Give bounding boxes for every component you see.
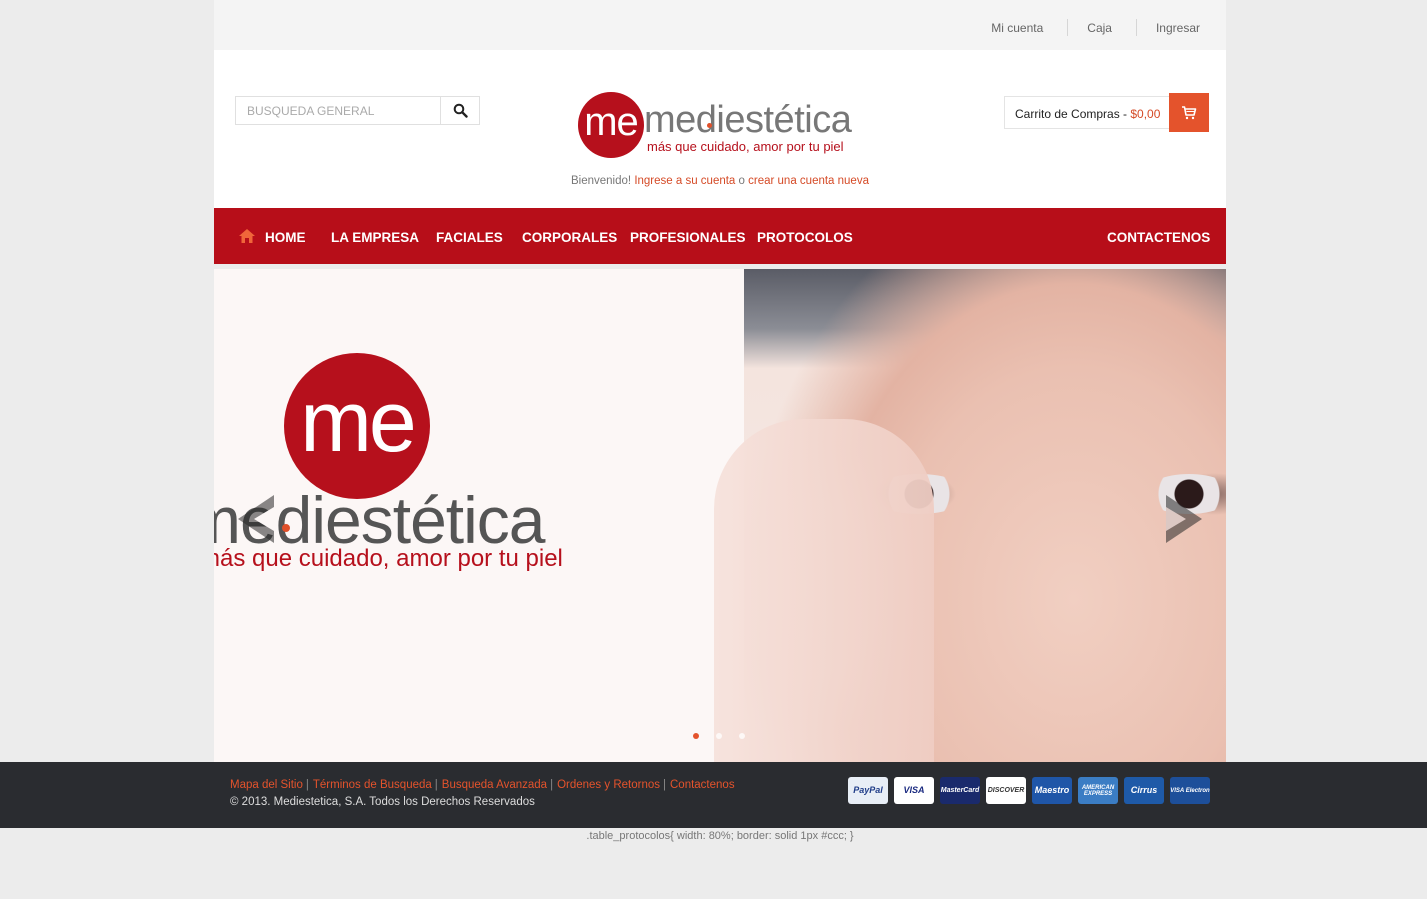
hero-image-face bbox=[714, 269, 1226, 766]
logo-dot bbox=[707, 123, 712, 128]
nav-contactenos[interactable]: CONTACTENOS bbox=[1107, 230, 1210, 245]
slider-next-arrow-icon[interactable] bbox=[1164, 493, 1204, 545]
footer-link-separator: | bbox=[434, 779, 438, 791]
discover-card-icon: DISCOVER bbox=[986, 777, 1026, 804]
nav-profesionales[interactable]: PROFESIONALES bbox=[630, 230, 746, 245]
search-button[interactable] bbox=[440, 97, 479, 124]
slider-prev-arrow-icon[interactable] bbox=[236, 493, 276, 545]
hero-logo: me mediestética más que cuidado, amor po… bbox=[214, 353, 564, 583]
footer-link[interactable]: Ordenes y Retornos bbox=[557, 779, 660, 791]
footer-link[interactable]: Contactenos bbox=[670, 779, 735, 791]
logo-wordmark: mediestética bbox=[644, 99, 852, 141]
amex-card-icon: AMERICAN EXPRESS bbox=[1078, 777, 1118, 804]
mastercard-card-icon: MasterCard bbox=[940, 777, 980, 804]
hero-hand bbox=[714, 419, 934, 766]
footer-link-separator: | bbox=[305, 779, 309, 791]
slide-dot-2[interactable] bbox=[716, 733, 722, 739]
home-icon[interactable] bbox=[238, 228, 256, 244]
site-logo[interactable]: me mediestética más que cuidado, amor po… bbox=[576, 90, 861, 162]
my-account-link[interactable]: Mi cuenta bbox=[991, 21, 1043, 35]
visa-card-icon: VISA bbox=[894, 777, 934, 804]
cart-summary[interactable]: Carrito de Compras - $0,00 bbox=[1004, 96, 1174, 129]
slide-dot-3[interactable] bbox=[739, 733, 745, 739]
hero-logo-mark: me bbox=[284, 353, 430, 499]
hero-slider: me mediestética más que cuidado, amor po… bbox=[214, 269, 1226, 766]
footer-link[interactable]: Términos de Busqueda bbox=[313, 779, 432, 791]
create-account-link[interactable]: crear una cuenta nueva bbox=[748, 175, 869, 187]
nav-corporales[interactable]: CORPORALES bbox=[522, 230, 617, 245]
divider bbox=[1067, 19, 1069, 36]
payment-methods: PayPal VISA MasterCard DISCOVER Maestro … bbox=[848, 777, 1210, 804]
main-nav: HOME LA EMPRESA FACIALES CORPORALES PROF… bbox=[214, 208, 1226, 264]
site-header: me mediestética más que cuidado, amor po… bbox=[214, 50, 1226, 208]
footer-links: Mapa del Sitio | Términos de Busqueda | Busq… bbox=[230, 779, 735, 791]
footer-link[interactable]: Mapa del Sitio bbox=[230, 779, 303, 791]
nav-la-empresa[interactable]: LA EMPRESA bbox=[331, 230, 419, 245]
account-links: Mi cuenta Caja Ingresar bbox=[991, 19, 1200, 36]
nav-faciales[interactable]: FACIALES bbox=[436, 230, 503, 245]
search-icon bbox=[453, 103, 468, 118]
hero-logo-dot bbox=[282, 524, 290, 532]
cart-amount: $0,00 bbox=[1130, 107, 1161, 121]
site-footer: Mapa del Sitio | Términos de Busqueda | Busq… bbox=[0, 762, 1427, 828]
slide-dot-1[interactable] bbox=[693, 733, 699, 739]
top-bar: Mi cuenta Caja Ingresar bbox=[214, 0, 1226, 50]
divider bbox=[1135, 19, 1137, 36]
checkout-link[interactable]: Caja bbox=[1087, 21, 1112, 35]
nav-protocolos[interactable]: PROTOCOLOS bbox=[757, 230, 853, 245]
cart-label: Carrito de Compras - bbox=[1015, 107, 1128, 121]
nav-home[interactable]: HOME bbox=[265, 230, 306, 245]
logo-mark: me bbox=[578, 92, 644, 158]
paypal-card-icon: PayPal bbox=[848, 777, 888, 804]
logo-tagline: más que cuidado, amor por tu piel bbox=[647, 139, 844, 154]
welcome-message: Bienvenido! Ingrese a su cuenta o crear … bbox=[214, 175, 1226, 187]
search-box bbox=[235, 96, 480, 125]
hero-logo-tagline: más que cuidado, amor por tu piel bbox=[214, 545, 563, 572]
copyright-text: © 2013. Mediestetica, S.A. Todos los Der… bbox=[230, 796, 535, 808]
footer-link[interactable]: Busqueda Avanzada bbox=[442, 779, 547, 791]
maestro-card-icon: Maestro bbox=[1032, 777, 1072, 804]
search-input[interactable] bbox=[236, 97, 439, 124]
cirrus-card-icon: Cirrus bbox=[1124, 777, 1164, 804]
cart-text: Carrito de Compras - $0,00 bbox=[1015, 107, 1160, 121]
visa-electron-card-icon: VISA Electron bbox=[1170, 777, 1210, 804]
welcome-text: Bienvenido! bbox=[571, 175, 632, 187]
shopping-cart-icon bbox=[1182, 105, 1197, 119]
stray-css-text: .table_protocolos{ width: 80%; border: s… bbox=[586, 830, 854, 842]
cart-button[interactable] bbox=[1169, 93, 1209, 132]
footer-link-separator: | bbox=[550, 779, 554, 791]
slider-pagination bbox=[693, 733, 745, 739]
login-link[interactable]: Ingresar bbox=[1156, 21, 1200, 35]
or-text: o bbox=[738, 175, 745, 187]
footer-link-separator: | bbox=[663, 779, 666, 791]
login-account-link[interactable]: Ingrese a su cuenta bbox=[634, 175, 735, 187]
